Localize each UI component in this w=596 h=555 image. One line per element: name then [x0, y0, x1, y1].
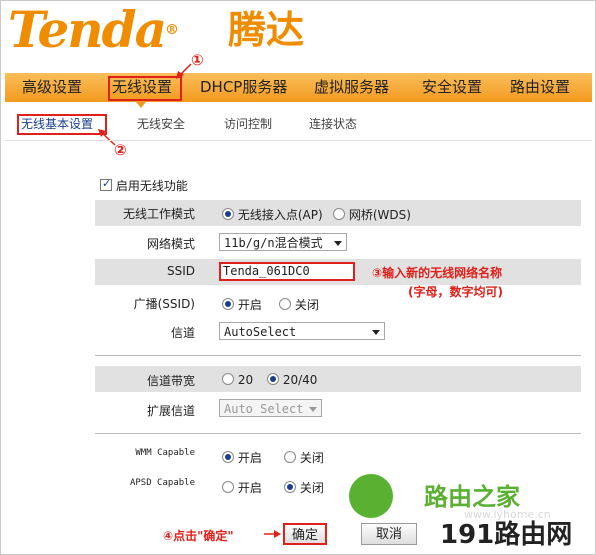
- cancel-button[interactable]: 取消: [361, 523, 417, 545]
- wmm-row: WMM Capable 开启 关闭: [95, 443, 581, 469]
- netmode-label: 网络模式: [146, 237, 195, 251]
- mode-ap-radio[interactable]: [222, 208, 234, 220]
- arrow-1-line: [179, 63, 192, 76]
- wmm-on-radio[interactable]: [222, 451, 234, 463]
- mode-wds-radio[interactable]: [333, 208, 345, 220]
- divider: [95, 433, 581, 434]
- broadcast-label: 广播(SSID): [133, 297, 195, 311]
- mode-wds-option[interactable]: 网桥(WDS): [333, 206, 411, 223]
- broadcast-row: 广播(SSID) 开启 关闭: [95, 290, 581, 316]
- annotation-3: ③输入新的无线网络名称: [372, 266, 503, 280]
- chevron-down-icon: [309, 407, 317, 412]
- bandwidth-row: 信道带宽 20 20/40: [95, 366, 581, 392]
- netmode-select[interactable]: 11b/g/n混合模式: [219, 233, 347, 251]
- channel-label: 信道: [170, 326, 195, 340]
- channel-select[interactable]: AutoSelect: [219, 322, 385, 340]
- watermark-logo-icon: [349, 474, 393, 518]
- ssid-input[interactable]: Tenda_061DC0: [219, 262, 355, 281]
- mode-label: 无线工作模式: [122, 207, 195, 221]
- ssid-label: SSID: [166, 264, 195, 278]
- ok-button[interactable]: 确定: [283, 523, 327, 545]
- ext-channel-label: 扩展信道: [146, 404, 195, 418]
- watermark-text: 路由之家: [424, 483, 520, 511]
- bw-20-radio[interactable]: [222, 373, 234, 385]
- wmm-off-radio[interactable]: [284, 451, 296, 463]
- broadcast-on-radio[interactable]: [222, 298, 234, 310]
- apsd-on-radio[interactable]: [222, 481, 234, 493]
- enable-wireless-label: 启用无线功能: [115, 179, 188, 193]
- broadcast-on-option[interactable]: 开启: [222, 296, 262, 313]
- bw-2040-option[interactable]: 20/40: [267, 373, 317, 387]
- wmm-on-option[interactable]: 开启: [222, 449, 262, 466]
- wmm-off-option[interactable]: 关闭: [284, 449, 324, 466]
- apsd-off-option[interactable]: 关闭: [284, 479, 324, 496]
- apsd-label: APSD Capable: [129, 478, 195, 488]
- ext-channel-select[interactable]: Auto Select: [219, 399, 322, 417]
- apsd-on-option[interactable]: 开启: [222, 479, 262, 496]
- enable-wireless-row: ✓ 启用无线功能: [100, 177, 188, 194]
- bw-2040-radio[interactable]: [267, 373, 279, 385]
- chevron-down-icon: [334, 241, 342, 246]
- divider: [95, 355, 581, 356]
- ext-channel-row: 扩展信道: [95, 396, 581, 422]
- mode-ap-option[interactable]: 无线接入点(AP): [222, 206, 323, 223]
- annotation-1: ①: [191, 51, 204, 69]
- bw-20-option[interactable]: 20: [222, 373, 253, 387]
- watermark-191: 191路由网: [440, 520, 573, 550]
- bandwidth-label: 信道带宽: [146, 374, 195, 388]
- chevron-down-icon: [372, 330, 380, 335]
- broadcast-off-option[interactable]: 关闭: [279, 296, 319, 313]
- broadcast-off-radio[interactable]: [279, 298, 291, 310]
- enable-wireless-checkbox[interactable]: ✓: [100, 177, 112, 191]
- wmm-label: WMM Capable: [135, 448, 195, 458]
- annotation-4: ④点击"确定": [163, 529, 234, 543]
- mode-row: 无线工作模式 无线接入点(AP) 网桥(WDS): [95, 200, 581, 226]
- apsd-off-radio[interactable]: [284, 481, 296, 493]
